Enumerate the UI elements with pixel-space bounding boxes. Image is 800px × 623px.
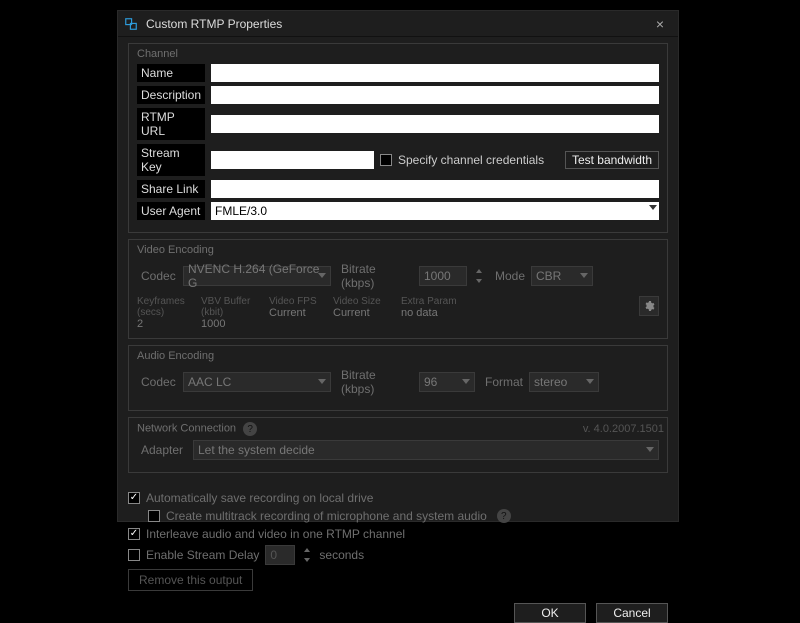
delay-label: Enable Stream Delay	[146, 548, 259, 562]
adapter-select[interactable]: Let the system decide	[193, 440, 659, 460]
description-label: Description	[137, 86, 205, 104]
adapter-label: Adapter	[137, 441, 187, 459]
description-input[interactable]	[211, 86, 659, 104]
audio-codec-select[interactable]: AAC LC	[183, 372, 331, 392]
multitrack-checkbox[interactable]	[148, 510, 160, 522]
specify-credentials-label: Specify channel credentials	[398, 153, 544, 167]
video-encoding-group: Video Encoding Codec NVENC H.264 (GeForc…	[128, 239, 668, 339]
chevron-down-icon	[580, 273, 588, 278]
audio-bitrate-select[interactable]: 96	[419, 372, 475, 392]
test-bandwidth-button[interactable]: Test bandwidth	[565, 151, 659, 169]
specify-credentials-checkbox[interactable]	[380, 154, 392, 166]
chevron-down-icon[interactable]	[649, 205, 657, 210]
audio-format-label: Format	[481, 373, 523, 391]
video-legend: Video Encoding	[137, 244, 659, 256]
video-settings-button[interactable]	[639, 296, 659, 316]
audio-codec-label: Codec	[137, 373, 177, 391]
remove-output-button[interactable]: Remove this output	[128, 569, 253, 591]
multitrack-label: Create multitrack recording of microphon…	[166, 509, 487, 523]
delay-checkbox[interactable]	[128, 549, 140, 561]
name-input[interactable]	[211, 64, 659, 82]
ok-button[interactable]: OK	[514, 603, 586, 623]
interleave-label: Interleave audio and video in one RTMP c…	[146, 527, 405, 541]
audio-bitrate-label: Bitrate (kbps)	[337, 366, 413, 398]
delay-stepper[interactable]	[301, 545, 313, 565]
help-icon[interactable]: ?	[243, 422, 257, 436]
chevron-down-icon	[318, 379, 326, 384]
delay-input[interactable]: 0	[265, 545, 295, 565]
share-link-label: Share Link	[137, 180, 205, 198]
video-bitrate-stepper[interactable]	[473, 266, 485, 286]
rtmp-url-label: RTMP URL	[137, 108, 205, 140]
channel-legend: Channel	[137, 48, 659, 60]
auto-save-checkbox[interactable]	[128, 492, 140, 504]
chevron-down-icon	[462, 379, 470, 384]
channel-group: Channel Name Description RTMP URL Stream…	[128, 43, 668, 233]
chevron-down-icon	[646, 447, 654, 452]
audio-encoding-group: Audio Encoding Codec AAC LC Bitrate (kbp…	[128, 345, 668, 411]
version-label: v. 4.0.2007.1501	[583, 423, 664, 435]
video-bitrate-input[interactable]: 1000	[419, 266, 467, 286]
video-bitrate-label: Bitrate (kbps)	[337, 260, 413, 292]
video-mode-select[interactable]: CBR	[531, 266, 593, 286]
network-legend: Network Connection ?	[137, 422, 659, 436]
stream-key-label: Stream Key	[137, 144, 205, 176]
video-params-row: Keyframes (secs)2 VBV Buffer (kbit)1000 …	[137, 296, 659, 330]
interleave-checkbox[interactable]	[128, 528, 140, 540]
name-label: Name	[137, 64, 205, 82]
seconds-label: seconds	[319, 548, 364, 562]
window-title: Custom RTMP Properties	[146, 17, 282, 31]
close-icon[interactable]: ×	[648, 16, 672, 32]
gear-icon	[643, 300, 655, 312]
audio-format-select[interactable]: stereo	[529, 372, 599, 392]
app-icon	[124, 16, 140, 32]
chevron-down-icon	[586, 379, 594, 384]
share-link-input[interactable]	[211, 180, 659, 198]
video-codec-label: Codec	[137, 267, 177, 285]
chevron-down-icon	[318, 273, 326, 278]
rtmp-url-input[interactable]	[211, 115, 659, 133]
audio-legend: Audio Encoding	[137, 350, 659, 362]
video-codec-select[interactable]: NVENC H.264 (GeForce G	[183, 266, 331, 286]
video-mode-label: Mode	[491, 267, 525, 285]
user-agent-label: User Agent	[137, 202, 205, 220]
dialog-custom-rtmp: Custom RTMP Properties × Channel Name De…	[117, 10, 679, 522]
auto-save-label: Automatically save recording on local dr…	[146, 491, 373, 505]
help-icon[interactable]: ?	[497, 509, 511, 523]
titlebar: Custom RTMP Properties ×	[118, 11, 678, 37]
cancel-button[interactable]: Cancel	[596, 603, 668, 623]
stream-key-input[interactable]	[211, 151, 374, 169]
user-agent-select[interactable]	[211, 202, 659, 220]
